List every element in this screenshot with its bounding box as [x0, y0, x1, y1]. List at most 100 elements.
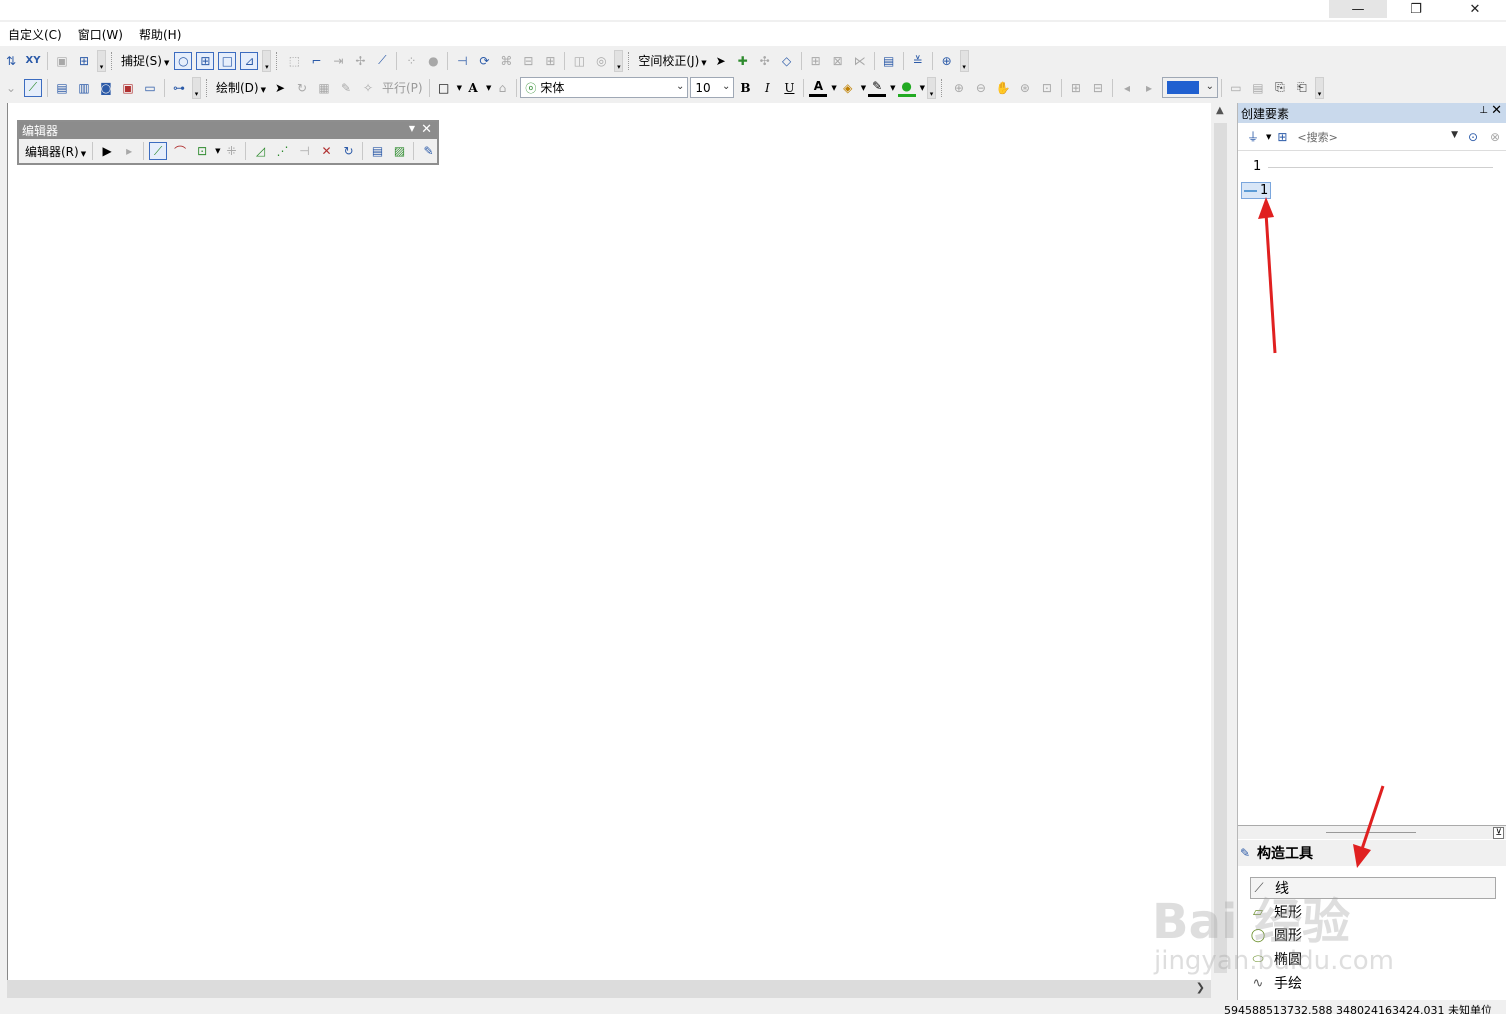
text-dropdown-icon[interactable]: ▼: [486, 84, 491, 92]
close-icon[interactable]: ✕: [421, 122, 432, 137]
edit-vertices-icon[interactable]: ✧: [359, 79, 377, 97]
font-color-icon[interactable]: A: [809, 79, 828, 97]
limited-adjust-icon[interactable]: ◇: [778, 52, 796, 70]
rectangle-dropdown-icon[interactable]: ▼: [457, 84, 462, 92]
rotate-tool-icon[interactable]: ↻: [339, 142, 357, 160]
fixed-zoom-in-icon[interactable]: ⊞: [1067, 79, 1085, 97]
panel-splitter[interactable]: ⊻: [1238, 825, 1506, 839]
editor-menu[interactable]: 编辑器(R) ▼: [25, 143, 86, 160]
toggle-draft-icon[interactable]: ▭: [1227, 79, 1245, 97]
sketch-window-icon[interactable]: ▨: [390, 142, 408, 160]
model-builder-icon[interactable]: ⊶: [170, 79, 188, 97]
menu-help[interactable]: 帮助(H): [139, 26, 181, 43]
rectangle-icon[interactable]: □: [435, 79, 453, 97]
clear-search-icon[interactable]: ⊗: [1486, 128, 1504, 146]
toolbar-grip[interactable]: [940, 78, 945, 97]
trace-icon[interactable]: ⊡: [193, 142, 211, 160]
reshape-feature-icon[interactable]: ⋰: [273, 142, 291, 160]
create-features-titlebar[interactable]: 创建要素 ⊥ ✕: [1238, 103, 1506, 123]
edit-annotation-icon[interactable]: ▸: [120, 142, 138, 160]
edit-vertices-icon[interactable]: ◿: [251, 142, 269, 160]
toolbar-grip[interactable]: [206, 78, 210, 97]
multi-link-icon[interactable]: ⊠: [829, 52, 847, 70]
font-name-select[interactable]: ⓞ 宋体 ⌄: [520, 77, 689, 98]
reshape-icon[interactable]: ⟋: [373, 52, 391, 70]
sketch-properties-icon[interactable]: ≚: [909, 52, 927, 70]
edit-vertex-icon[interactable]: ⌐: [307, 52, 325, 70]
generalize-icon[interactable]: ⌘: [497, 52, 515, 70]
snapping-menu[interactable]: 捕捉(S) ▼: [121, 52, 169, 69]
modify-link-icon[interactable]: ✣: [756, 52, 774, 70]
clear-links-icon[interactable]: ⋉: [851, 52, 869, 70]
straight-segment-icon[interactable]: ⟋: [149, 142, 168, 160]
zoom-in-fixed-icon[interactable]: ⊕: [950, 79, 968, 97]
marker-color-icon[interactable]: ●: [897, 79, 916, 97]
zoom-out-fixed-icon[interactable]: ⊖: [972, 79, 990, 97]
new-link-icon[interactable]: ✚: [734, 52, 752, 70]
fixed-zoom-out-icon[interactable]: ⊟: [1089, 79, 1107, 97]
full-extent-icon[interactable]: ⊛: [1016, 79, 1034, 97]
toolbar-options-button[interactable]: ▾: [614, 49, 624, 72]
map-horizontal-scrollbar[interactable]: ❯: [7, 980, 1211, 998]
toolbar-options-button[interactable]: ▾: [926, 76, 936, 99]
arrow-tool-icon[interactable]: ➤: [712, 52, 730, 70]
select-elements-icon[interactable]: ➤: [271, 79, 289, 97]
collapse-icon[interactable]: ⊻: [1493, 827, 1504, 839]
close-button[interactable]: ✕: [1446, 0, 1504, 18]
magnifier-icon[interactable]: ⊞: [75, 52, 93, 70]
end-point-arc-icon[interactable]: ⌒: [171, 142, 189, 160]
bold-button[interactable]: B: [736, 79, 754, 97]
dropdown-icon[interactable]: ▼: [409, 124, 415, 133]
spatial-adjustment-menu[interactable]: 空间校正(J) ▼: [638, 52, 706, 69]
split-icon[interactable]: ✢: [351, 52, 369, 70]
focus-frame-icon[interactable]: ▤: [1249, 79, 1267, 97]
template-search-input[interactable]: <搜索> ▼: [1297, 127, 1458, 147]
create-features-icon[interactable]: ✎: [419, 142, 437, 160]
point-icon[interactable]: ⁜: [222, 142, 240, 160]
pan-icon[interactable]: ✋: [994, 79, 1012, 97]
zoom-whole-page-icon[interactable]: ▦: [315, 79, 333, 97]
rotate-icon[interactable]: ⟳: [475, 52, 493, 70]
identify-icon[interactable]: ▣: [53, 52, 71, 70]
line-color-dropdown-icon[interactable]: ▼: [890, 84, 895, 92]
back-extent-icon[interactable]: ◂: [1118, 79, 1136, 97]
font-color-dropdown-icon[interactable]: ▼: [831, 84, 836, 92]
toolbar-grip[interactable]: [276, 51, 280, 70]
filter-dropdown-icon[interactable]: ▼: [1266, 133, 1271, 141]
attributes-window-icon[interactable]: ▤: [368, 142, 386, 160]
snap-vertex-icon[interactable]: □: [218, 51, 237, 70]
zoom-100-icon[interactable]: ⊡: [1038, 79, 1056, 97]
identity-link-icon[interactable]: ⊞: [807, 52, 825, 70]
arctoolbox-icon[interactable]: ◙: [97, 79, 115, 97]
close-icon[interactable]: ✕: [1491, 103, 1502, 118]
intersect-icon[interactable]: ◎: [592, 52, 610, 70]
zoom-percent-select[interactable]: ⌄: [1161, 77, 1218, 98]
pin-icon[interactable]: ⊥: [1479, 105, 1488, 116]
organize-templates-icon[interactable]: ⊞: [1273, 128, 1291, 146]
xy-icon[interactable]: XY: [24, 52, 42, 70]
data-driven-pages-icon[interactable]: ⎗: [1293, 79, 1311, 97]
split-tool-icon[interactable]: ✕: [317, 142, 335, 160]
chevron-down-icon[interactable]: ⌄: [2, 79, 20, 97]
template-item-line[interactable]: 1: [1241, 182, 1272, 199]
trace-dropdown-icon[interactable]: ▼: [215, 147, 220, 155]
forward-extent-icon[interactable]: ▸: [1140, 79, 1158, 97]
buffer-icon[interactable]: ⊞: [541, 52, 559, 70]
underline-button[interactable]: U: [780, 79, 798, 97]
fill-color-icon[interactable]: ◈: [839, 79, 857, 97]
toolbar-options-button[interactable]: ▾: [959, 49, 969, 72]
move-icon[interactable]: ⇥: [329, 52, 347, 70]
marker-color-dropdown-icon[interactable]: ▼: [920, 84, 925, 92]
edit-tool-icon[interactable]: ▶: [98, 142, 116, 160]
sphere-icon[interactable]: ●: [424, 52, 442, 70]
menu-customize[interactable]: 自定义(C): [8, 26, 62, 43]
italic-button[interactable]: I: [758, 79, 776, 97]
toolbox-icon[interactable]: ▣: [119, 79, 137, 97]
menu-window[interactable]: 窗口(W): [78, 26, 123, 43]
toolbar-grip[interactable]: [111, 51, 115, 70]
toolbar-options-button[interactable]: ▾: [1314, 76, 1324, 99]
scatter-icon[interactable]: ⁘: [402, 52, 420, 70]
toolbar-options-button[interactable]: ▾: [262, 49, 272, 72]
snap-end-icon[interactable]: ⊞: [196, 51, 215, 70]
scroll-thumb[interactable]: [1214, 123, 1227, 973]
